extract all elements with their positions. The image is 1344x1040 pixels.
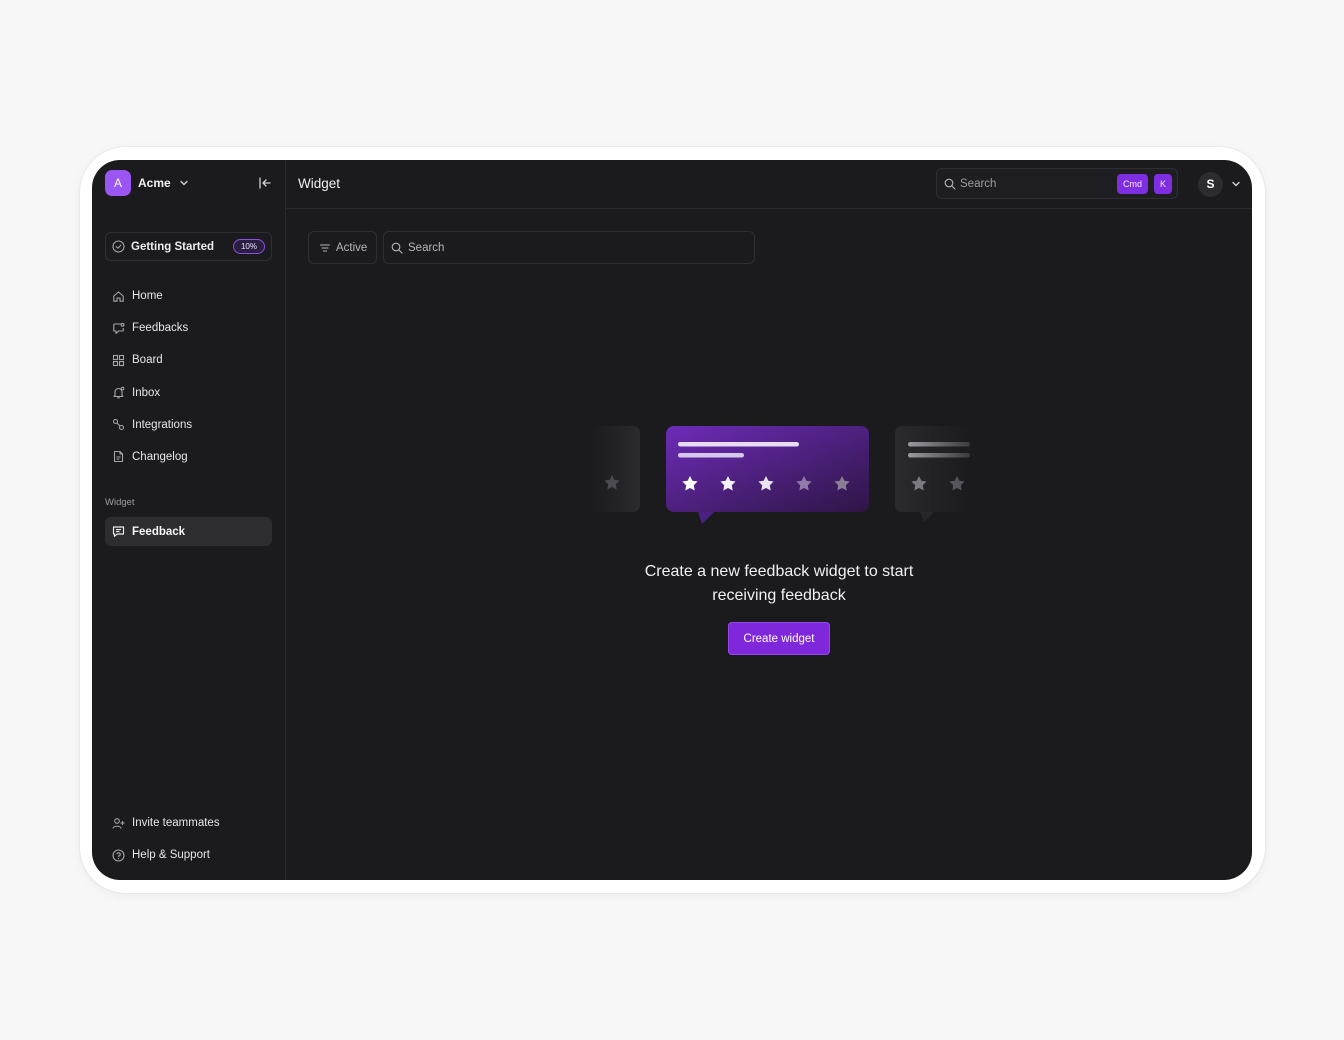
app-window: A Acme Getting Started 10% Home Feedback… bbox=[92, 160, 1252, 880]
help-circle-icon bbox=[112, 849, 125, 862]
empty-state-line-2: receiving feedback bbox=[712, 587, 846, 604]
filter-icon bbox=[319, 242, 331, 254]
sidebar-item-home[interactable]: Home bbox=[105, 282, 272, 310]
top-bar: Widget Search Cmd K S bbox=[286, 160, 1252, 209]
sidebar-item-label: Changelog bbox=[132, 450, 188, 463]
status-filter-button[interactable]: Active bbox=[308, 231, 377, 264]
shortcut-key-cmd: Cmd bbox=[1116, 173, 1148, 194]
search-icon bbox=[944, 178, 956, 190]
empty-state-illustration bbox=[590, 424, 970, 534]
filter-label: Active bbox=[336, 241, 368, 254]
sidebar: A Acme Getting Started 10% Home Feedback… bbox=[92, 160, 286, 880]
check-circle-icon bbox=[112, 240, 125, 253]
sidebar-item-label: Integrations bbox=[132, 418, 193, 431]
sidebar-item-changelog[interactable]: Changelog bbox=[105, 443, 272, 471]
global-search[interactable]: Search Cmd K bbox=[936, 168, 1178, 199]
getting-started-label: Getting Started bbox=[131, 240, 215, 253]
sidebar-item-label: Feedbacks bbox=[132, 322, 189, 335]
sidebar-item-label: Board bbox=[132, 354, 163, 367]
progress-badge: 10% bbox=[232, 239, 265, 254]
chevron-down-icon bbox=[1230, 178, 1242, 190]
message-square-icon bbox=[112, 525, 125, 538]
bottom-nav: Invite teammates Help & Support bbox=[105, 809, 272, 873]
shortcut-key-k: K bbox=[1153, 173, 1172, 194]
avatar: S bbox=[1198, 171, 1223, 197]
feedbacks-icon bbox=[112, 322, 125, 335]
collapse-sidebar-icon[interactable] bbox=[257, 175, 273, 191]
inbox-icon bbox=[112, 386, 125, 399]
sidebar-item-help[interactable]: Help & Support bbox=[105, 841, 272, 869]
widget-search-input[interactable]: Search bbox=[383, 231, 755, 264]
page-title: Widget bbox=[298, 176, 341, 191]
search-placeholder: Search bbox=[960, 177, 997, 190]
sidebar-item-label: Feedback bbox=[132, 525, 186, 538]
sidebar-item-label: Invite teammates bbox=[132, 817, 220, 829]
sidebar-item-board[interactable]: Board bbox=[105, 346, 272, 374]
empty-state-message: Create a new feedback widget to start re… bbox=[574, 560, 984, 608]
sidebar-item-inbox[interactable]: Inbox bbox=[105, 379, 272, 407]
integrations-icon bbox=[112, 418, 125, 431]
sidebar-item-invite[interactable]: Invite teammates bbox=[105, 809, 272, 837]
workspace-name: Acme bbox=[138, 176, 171, 190]
widget-nav: Feedback bbox=[105, 517, 272, 550]
sidebar-item-integrations[interactable]: Integrations bbox=[105, 411, 272, 439]
main-nav: Home Feedbacks Board Inbox Integrations … bbox=[105, 282, 272, 475]
board-icon bbox=[112, 354, 125, 367]
sidebar-item-label: Help & Support bbox=[132, 849, 210, 862]
user-menu[interactable]: S bbox=[1198, 171, 1242, 197]
chevron-down-icon bbox=[178, 177, 190, 189]
sidebar-item-feedback[interactable]: Feedback bbox=[105, 517, 272, 546]
user-plus-icon bbox=[112, 817, 125, 830]
workspace-switcher[interactable]: A Acme bbox=[105, 170, 190, 196]
search-icon bbox=[391, 242, 403, 254]
search-placeholder: Search bbox=[408, 241, 445, 254]
sidebar-item-feedbacks[interactable]: Feedbacks bbox=[105, 314, 272, 342]
main-content: Widget Search Cmd K S Active Search Crea… bbox=[286, 160, 1252, 880]
getting-started-button[interactable]: Getting Started 10% bbox=[105, 232, 272, 261]
empty-state-line-1: Create a new feedback widget to start bbox=[644, 563, 914, 580]
workspace-avatar: A bbox=[105, 170, 131, 196]
sidebar-item-label: Home bbox=[132, 290, 163, 302]
sidebar-item-label: Inbox bbox=[132, 386, 161, 399]
changelog-icon bbox=[112, 450, 125, 463]
section-label-widget: Widget bbox=[105, 497, 135, 508]
home-icon bbox=[112, 290, 125, 303]
create-widget-button[interactable]: Create widget bbox=[728, 622, 830, 655]
